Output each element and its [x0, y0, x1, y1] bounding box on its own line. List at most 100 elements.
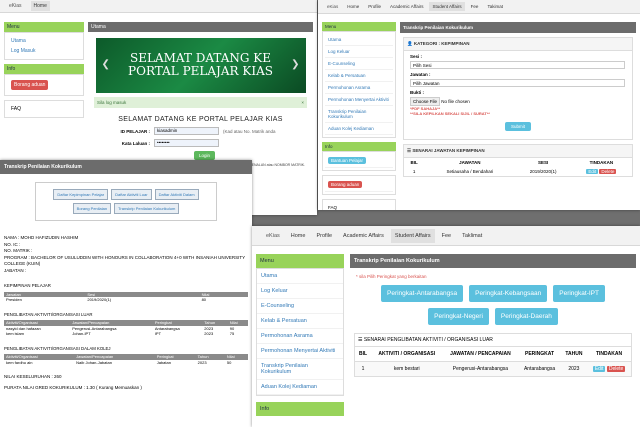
col-bil: BIL [410, 160, 418, 165]
nav-fee[interactable]: Fee [468, 2, 482, 11]
student-department: JABATAN : [4, 267, 27, 273]
welcome-heading: SELAMAT DATANG KE PORTAL PELAJAR KIAS [118, 116, 283, 123]
faq-link[interactable]: FAQ [325, 202, 393, 210]
sidebar-item-log-keluar[interactable]: Log Keluar [257, 284, 343, 299]
sidebar-item-aduan-kolej[interactable]: Aduan Kolej Kediaman [325, 123, 393, 135]
sidebar-item-e-counseling[interactable]: E-Counseling [257, 299, 343, 314]
login-alert: Sila log masuk × [94, 97, 307, 108]
student-help-button[interactable]: Bantuan Pelajar [328, 157, 367, 164]
chevron-right-icon[interactable]: ❯ [291, 58, 299, 71]
login-button[interactable]: Login [194, 151, 216, 160]
info-box: Bantuan Pelajar [322, 151, 396, 171]
nav-student-affairs[interactable]: Student Affairs [429, 2, 465, 11]
chevron-left-icon[interactable]: ❮ [102, 58, 110, 71]
sidebar-item-e-counseling[interactable]: E-Counseling [325, 58, 393, 70]
proof-field: Bukti : Choose File No file chosen [404, 87, 632, 106]
leadership-table: BIL JAWATAN SESI TINDAKAN 1 Setiausaha /… [404, 158, 632, 176]
sidebar-item-utama[interactable]: Utama [325, 34, 393, 46]
tab-daftar-aktiviti-dalam[interactable]: Daftar Aktiviti Dalam [154, 189, 199, 200]
level-ipt-button[interactable]: Peringkat-IPT [553, 285, 605, 302]
brand-link[interactable]: eKias [262, 229, 284, 243]
transcript-body: NAMA : MOHD HAFIZUDIN HASHIM NO. IC : NO… [0, 221, 252, 397]
sidebar-item-utama[interactable]: Utama [257, 269, 343, 284]
nav-student-affairs[interactable]: Student Affairs [390, 228, 435, 243]
complaint-form-button[interactable]: Borang aduan [328, 181, 363, 188]
complaint-form-button[interactable]: Borang aduan [11, 80, 49, 90]
col-bil: BIL [355, 347, 372, 362]
delete-button[interactable]: Delete [606, 366, 626, 372]
edit-button[interactable]: Edit [586, 169, 599, 174]
sidebar-item-utama[interactable]: Utama [8, 36, 80, 46]
external-activity-table: BIL AKTIVITI / ORGANISASI JAWATAN / PENC… [355, 347, 631, 376]
tab-daftar-aktiviti-luar[interactable]: Daftar Aktiviti Luar [111, 189, 152, 200]
main-panel: Utama ❮ SELAMAT DATANG KE PORTAL PELAJAR… [88, 22, 313, 172]
level-negeri-button[interactable]: Peringkat-Negeri [428, 308, 489, 325]
submit-button[interactable]: Submit [504, 122, 531, 131]
session-field: Sesi : Pilih Sesi [404, 51, 632, 69]
table-row: 1 kem bestari Pengerusi-Antarabangsa Ant… [355, 361, 631, 376]
sidebar-item-transkrip[interactable]: Transkrip Penilaian Kokurikulum [325, 106, 393, 123]
table-row: 1 Setiausaha / Bendahari 2019/2020(1) Ed… [412, 169, 617, 174]
faq-link[interactable]: FAQ [8, 104, 80, 114]
password-label: Kata Laluan : [121, 140, 150, 146]
level-daerah-button[interactable]: Peringkat-Daerah [494, 308, 558, 325]
close-icon[interactable]: × [301, 100, 304, 105]
sidebar-item-log-keluar[interactable]: Log Keluar [325, 46, 393, 58]
user-icon: 👤 [407, 41, 413, 46]
password-input[interactable]: •••••••• [154, 139, 219, 147]
sidebar-item-asrama[interactable]: Permohonan Asrama [257, 329, 343, 344]
file-status: No file chosen [441, 99, 470, 104]
total-score: NILAI KESELURUHAN : 260 [4, 374, 62, 379]
position-field: Jawatan : Pilih Jawatan [404, 69, 632, 87]
brand-link[interactable]: eKias [324, 2, 341, 11]
col-tindakan: TINDAKAN [587, 347, 631, 362]
level-note: * sila Pilih Peringkat yang berkaitan [356, 274, 427, 279]
nav-profile[interactable]: Profile [365, 2, 384, 11]
nav-fee[interactable]: Fee [438, 229, 455, 243]
external-activity-list-title: ☰ SENARAI PENGLIBATAN AKTIVITI / ORGANIS… [355, 334, 631, 347]
nav-academic-affairs[interactable]: Academic Affairs [339, 229, 388, 243]
sidebar-item-aktiviti[interactable]: Permohonan Menyertai Aktiviti [257, 344, 343, 359]
student-id-label: ID PELAJAR : [120, 128, 150, 134]
sidebar: Menu Utama Log Masuk Info Borang aduan F… [4, 22, 84, 122]
session-select[interactable]: Pilih Sesi [410, 61, 625, 69]
col-sesi: SESI [538, 160, 549, 165]
nav-home[interactable]: Home [344, 2, 362, 11]
sidebar-item-log-masuk[interactable]: Log Masuk [8, 46, 80, 56]
level-antarabangsa-button[interactable]: Peringkat-Antarabangsa [381, 285, 464, 302]
student-id-input[interactable]: kiasadmin [154, 127, 219, 135]
brand-link[interactable]: eKias [6, 1, 25, 11]
position-select[interactable]: Pilih Jawatan [410, 79, 625, 87]
tab-borang-penilaian[interactable]: Borang Penilaian [72, 203, 112, 214]
sidebar-item-aktiviti[interactable]: Permohonan Menyertai Aktiviti [325, 94, 393, 106]
info-heading: Info [256, 402, 344, 416]
table-row: Presiden 2019/2020(1) 80 [6, 297, 207, 302]
sidebar-item-aduan-kolej[interactable]: Aduan Kolej Kediaman [257, 380, 343, 395]
tab-daftar-kepimpinan[interactable]: Daftar Kepimpinan Pelajar [53, 189, 109, 200]
top-navbar: eKias Home [0, 0, 317, 13]
faq-box: FAQ [322, 199, 396, 210]
table-row: kem islam Johan-IPT IPT 2023 75 [6, 331, 235, 336]
top-navbar: eKias Home Profile Academic Affairs Stud… [252, 226, 640, 246]
nav-taklimat[interactable]: Taklimat [458, 229, 486, 243]
sidebar-item-asrama[interactable]: Permohonan Asrama [325, 82, 393, 94]
tab-transkrip[interactable]: Transkrip Penilaian Kokurikulum [114, 203, 180, 214]
nav-home[interactable]: Home [287, 229, 310, 243]
level-kebangsaan-button[interactable]: Peringkat-Kebangsaan [469, 285, 548, 302]
leadership-table: Jawatan Sesi Nilai Presiden 2019/2020(1)… [4, 291, 248, 303]
nav-academic-affairs[interactable]: Academic Affairs [387, 2, 426, 11]
nav-takimat[interactable]: Takimat [484, 2, 506, 11]
sidebar-item-kelab[interactable]: Kelab & Persatuan [257, 314, 343, 329]
sidebar-item-kelab[interactable]: Kelab & Persatuan [325, 70, 393, 82]
delete-button[interactable]: Delete [599, 169, 617, 174]
menu-heading: Menu [322, 22, 396, 31]
edit-button[interactable]: Edit [592, 366, 606, 372]
sidebar-item-transkrip[interactable]: Transkrip Penilaian Kokurikulum [257, 359, 343, 380]
leadership-section: KEPIMPINAN PELAJAR Jawatan Sesi Nilai Pr… [4, 283, 248, 303]
info-heading: Info [4, 64, 84, 74]
choose-file-button[interactable]: Choose File [410, 97, 441, 106]
nav-profile[interactable]: Profile [312, 229, 336, 243]
student-id-row: ID PELAJAR : kiasadmin (Kad atau No. Mat… [116, 127, 313, 135]
main-heading: Utama [88, 22, 313, 32]
nav-home[interactable]: Home [30, 1, 50, 11]
